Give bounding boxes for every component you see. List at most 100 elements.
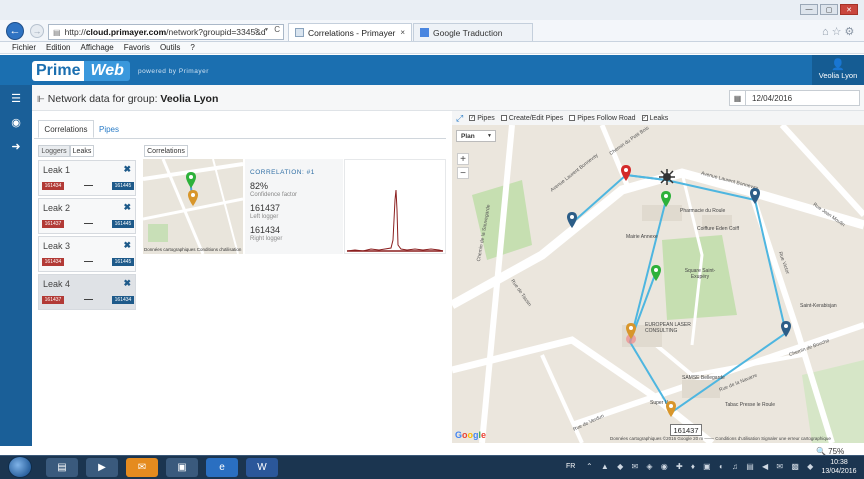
menu-outils[interactable]: Outils (160, 43, 180, 52)
user-menu[interactable]: 👤 Veolia Lyon (812, 55, 864, 85)
leak-item-2[interactable]: Leak 2 ✖ 161437 — 161445 (38, 198, 136, 234)
hydrant-icon[interactable] (659, 169, 675, 187)
leak-item-3[interactable]: Leak 3 ✖ 161434 — 161445 (38, 236, 136, 272)
left-logger-badge: 161434 (42, 258, 64, 266)
tab-divider (34, 138, 446, 139)
remove-leak-icon[interactable]: ✖ (123, 278, 131, 289)
outlook-taskbar-icon[interactable]: ✉ (126, 458, 158, 477)
poi-label: Pharmacie du Roule (680, 208, 726, 214)
right-logger-badge: 161445 (112, 258, 134, 266)
poi-label: Coiffure Eden Coiff (697, 226, 740, 232)
leak-item-1[interactable]: Leak 1 ✖ 161434 — 161445 (38, 160, 136, 196)
leak-marker-icon[interactable] (625, 323, 637, 347)
date-picker[interactable]: ▦ 12/04/2016 (729, 90, 860, 106)
leak-name: Leak 4 (43, 279, 71, 289)
settings-gear-icon[interactable]: ⚙ (845, 26, 858, 38)
favorites-star-icon[interactable]: ☆ (832, 26, 845, 38)
remove-leak-icon[interactable]: ✖ (123, 164, 131, 175)
poi-label: Mairie Annexe (626, 234, 658, 240)
tab-label: Correlations - Primayer (308, 27, 396, 38)
title-prefix: Network data for group: (47, 93, 158, 105)
logger-marker-blue-icon[interactable] (781, 321, 791, 339)
correlation-graph (344, 159, 446, 254)
google-letter: e (481, 430, 487, 440)
remove-leak-icon[interactable]: ✖ (123, 202, 131, 213)
window-controls: — ▢ ✕ (800, 4, 858, 15)
follow-road-label: Pipes Follow Road (577, 114, 636, 122)
left-logger-badge: 161437 (42, 220, 64, 228)
primeweb-logo[interactable]: Prime Web powered by Primayer (32, 60, 209, 82)
tab-close-icon[interactable]: × (400, 28, 405, 37)
zoom-in-button[interactable]: + (457, 153, 469, 165)
start-button[interactable] (8, 456, 32, 478)
maximize-button[interactable]: ▢ (820, 4, 838, 15)
calendar-icon[interactable]: ▦ (730, 91, 746, 105)
right-logger-label: Right logger (250, 236, 283, 242)
logger-marker-blue-icon[interactable] (567, 212, 577, 230)
remove-leak-icon[interactable]: ✖ (123, 240, 131, 251)
clock-date: 13/04/2016 (821, 468, 857, 475)
window-taskbar-icon[interactable]: ▣ (166, 458, 198, 477)
logger-marker-blue-icon[interactable] (750, 188, 760, 206)
address-bar[interactable]: ▤ http://cloud.primayer.com/network?grou… (48, 24, 284, 40)
language-indicator[interactable]: FR (566, 463, 575, 470)
zoom-out-button[interactable]: − (457, 167, 469, 179)
correlation-title: CORRELATION: #1 (250, 169, 315, 176)
logger-marker-green-icon[interactable] (651, 265, 661, 283)
subtab-correlations[interactable]: Correlations (144, 145, 188, 157)
clock[interactable]: 10:38 13/04/2016 (818, 458, 860, 476)
menu-edition[interactable]: Edition (46, 43, 70, 52)
tab-correlations[interactable]: Correlations (38, 120, 94, 138)
system-tray-icons[interactable]: ⌃ ▲ ◆ ✉ ◈ ◉ ✚ ♦ ▣ ◐ ♫ ▤ ◀ ✉ ▩ ◆ (586, 462, 816, 471)
browser-right-tools[interactable]: ⌂☆⚙ (822, 25, 857, 38)
correlation-waveform (346, 189, 444, 252)
tab-pipes[interactable]: Pipes (94, 120, 124, 138)
ie-taskbar-icon[interactable]: e (206, 458, 238, 477)
logger-marker-green-icon[interactable] (661, 191, 671, 209)
media-player-taskbar-icon[interactable]: ▶ (86, 458, 118, 477)
back-button[interactable]: ← (6, 22, 24, 40)
pipes-checkbox[interactable]: ✓ Pipes (469, 115, 495, 122)
poi-label: SAMSE Bellegarde (682, 375, 725, 381)
menu-help[interactable]: ? (190, 43, 194, 52)
page-title: ⊩ Network data for group: Veolia Lyon (37, 93, 218, 105)
hamburger-menu-icon[interactable]: ☰ (0, 88, 32, 108)
menu-affichage[interactable]: Affichage (80, 43, 113, 52)
leak-separator: — (84, 256, 93, 266)
browser-tab-correlations[interactable]: Correlations - Primayer × (288, 23, 412, 41)
leak-marker-icon[interactable] (666, 401, 676, 419)
pipes-follow-road-checkbox[interactable]: Pipes Follow Road (569, 114, 636, 122)
create-edit-pipes-checkbox[interactable]: Create/Edit Pipes (500, 114, 564, 122)
map-type-select[interactable]: Plan ▼ (456, 130, 496, 142)
minimize-button[interactable]: — (800, 4, 818, 15)
close-window-button[interactable]: ✕ (840, 4, 858, 15)
logger-tooltip: 161437 (670, 424, 702, 436)
resize-arrows-icon[interactable]: ⤢ (456, 113, 463, 124)
word-taskbar-icon[interactable]: W (246, 458, 278, 477)
create-edit-label: Create/Edit Pipes (508, 114, 564, 122)
home-icon[interactable]: ⌂ (822, 26, 832, 38)
globe-icon[interactable]: ◉ (0, 112, 32, 132)
address-tools[interactable]: ⌕ ▾ C (254, 25, 282, 35)
leak-separator: — (84, 180, 93, 190)
forward-button[interactable]: → (30, 24, 44, 38)
subtab-loggers[interactable]: Loggers (38, 145, 70, 157)
url-domain: cloud.primayer.com (85, 27, 167, 37)
right-logger-value: 161434 (250, 225, 281, 235)
leaks-checkbox[interactable]: ✓ Leaks (641, 115, 668, 122)
explorer-taskbar-icon[interactable]: ▤ (46, 458, 78, 477)
user-icon: 👤 (831, 59, 845, 71)
browser-tab-google-traduction[interactable]: Google Traduction (413, 23, 533, 41)
subtab-leaks[interactable]: Leaks (70, 145, 94, 157)
menu-favoris[interactable]: Favoris (124, 43, 150, 52)
powered-by: powered by Primayer (137, 67, 209, 75)
google-letter: G (455, 430, 463, 440)
menu-fichier[interactable]: Fichier (12, 43, 36, 52)
poi-label: Saint-Kerabisjan (800, 303, 837, 309)
leak-item-4[interactable]: Leak 4 ✖ 161437 — 161434 (38, 274, 136, 310)
logger-marker-red-icon[interactable] (621, 165, 631, 183)
left-logger-label: Left logger (250, 214, 279, 220)
logout-icon[interactable]: ➜ (0, 136, 32, 156)
right-logger-badge: 161445 (112, 182, 134, 190)
map-type-value: Plan (461, 132, 475, 140)
